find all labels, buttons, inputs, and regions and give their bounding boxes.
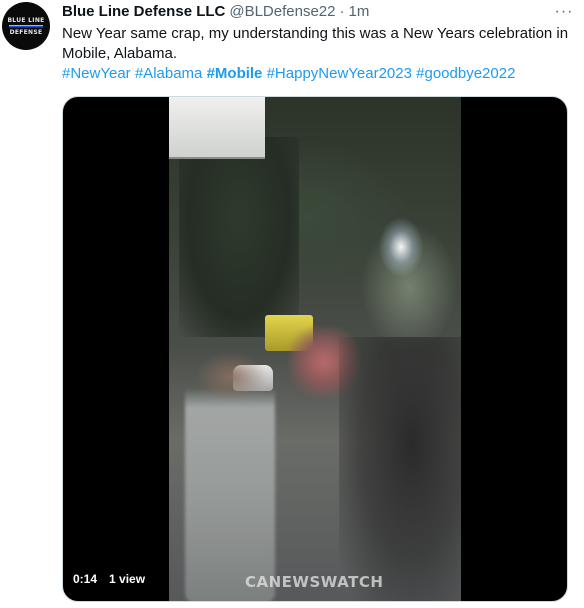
more-options-icon[interactable]: ··· — [554, 2, 574, 22]
video-scene-shadow — [339, 337, 461, 601]
avatar-text-top: BLUE LINE — [7, 16, 45, 24]
video-frame[interactable]: CANEWSWATCH — [169, 97, 461, 601]
author-handle[interactable]: @BLDefense22 — [229, 2, 335, 22]
video-duration: 0:14 — [73, 572, 98, 586]
avatar-text-bottom: DEFENSE — [9, 28, 43, 36]
author-name[interactable]: Blue Line Defense LLC — [62, 2, 225, 22]
hashtag-newyear[interactable]: #NewYear — [62, 65, 131, 82]
separator-dot: · — [339, 3, 345, 20]
hashtags: #NewYear #Alabama #Mobile #HappyNewYear2… — [62, 64, 572, 84]
timestamp[interactable]: 1m — [349, 2, 370, 22]
video-scene-sign — [169, 97, 265, 159]
video-view-count: 1 view — [109, 572, 146, 586]
video-scene-trees — [179, 137, 299, 337]
avatar-stripe — [9, 24, 43, 28]
tweet[interactable]: BLUE LINE DEFENSE Blue Line Defense LLC … — [0, 0, 584, 608]
avatar[interactable]: BLUE LINE DEFENSE — [2, 2, 50, 50]
video-player[interactable]: CANEWSWATCH 0:14 1 view — [62, 96, 568, 602]
video-watermark: CANEWSWATCH — [245, 573, 384, 591]
hashtag-alabama[interactable]: #Alabama — [135, 65, 203, 82]
video-scene-person — [185, 353, 275, 601]
hashtag-mobile[interactable]: #Mobile — [207, 65, 263, 82]
hashtag-happynewyear2023[interactable]: #HappyNewYear2023 — [267, 65, 412, 82]
tweet-text: New Year same crap, my understanding thi… — [62, 25, 569, 62]
tweet-header: Blue Line Defense LLC @BLDefense22 · 1m — [62, 2, 572, 22]
hashtag-goodbye2022[interactable]: #goodbye2022 — [416, 65, 515, 82]
video-info-overlay: 0:14 1 view — [73, 569, 145, 589]
